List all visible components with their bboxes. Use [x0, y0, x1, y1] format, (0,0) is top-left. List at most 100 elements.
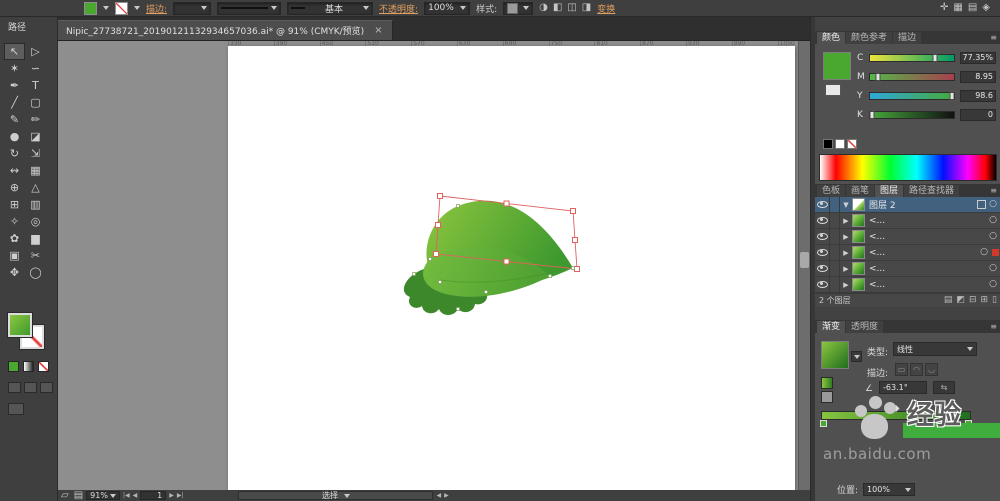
target-icon[interactable]: ○	[989, 280, 997, 289]
layer-row[interactable]: ▶ <... ○	[815, 277, 1000, 293]
lock-cell[interactable]	[830, 277, 840, 292]
stroke-color-swatch[interactable]	[115, 1, 128, 15]
selection-tool[interactable]: ↖	[4, 43, 25, 60]
target-icon[interactable]: ○	[989, 216, 997, 225]
symbol-sprayer-tool[interactable]: ✿	[4, 230, 25, 247]
free-transform-tool[interactable]: ▦	[25, 162, 46, 179]
channel-slider[interactable]	[869, 110, 955, 119]
layer-row[interactable]: ▼ 图层 2 ○	[815, 197, 1000, 213]
tab-color-guide[interactable]: 颜色参考	[846, 32, 893, 44]
stroke-weight-select[interactable]	[173, 1, 212, 15]
expand-arrow-icon[interactable]: ▶	[840, 217, 852, 225]
pencil-tool[interactable]: ✏	[25, 111, 46, 128]
artboard-tool[interactable]: ▣	[4, 247, 25, 264]
align-right-icon[interactable]: ◨	[582, 3, 591, 13]
new-layer-icon[interactable]: ⊞	[981, 296, 989, 305]
gradient-fill-thumb[interactable]	[821, 377, 833, 389]
next-artboard-button[interactable]: ▶	[169, 492, 174, 499]
align-left-icon[interactable]: ◧	[553, 3, 562, 13]
stroke-across-icon[interactable]: ◡	[925, 363, 938, 376]
expand-arrow-icon[interactable]: ▼	[840, 201, 852, 209]
lasso-tool[interactable]: ∽	[25, 60, 46, 77]
expand-arrow-icon[interactable]: ▶	[840, 265, 852, 273]
gradient-stroke-thumb[interactable]	[821, 391, 833, 403]
expand-arrow-icon[interactable]: ▶	[840, 281, 852, 289]
pen-tool[interactable]: ✒	[4, 77, 25, 94]
white-swatch[interactable]	[835, 139, 845, 149]
collect-for-export-icon[interactable]: ▤	[944, 296, 953, 305]
visibility-toggle[interactable]	[815, 245, 830, 260]
fill-dropdown-icon[interactable]	[103, 6, 109, 10]
target-icon[interactable]: ○	[989, 232, 997, 241]
channel-slider[interactable]	[869, 53, 955, 62]
slider-handle[interactable]	[869, 110, 875, 119]
hand-tool[interactable]: ✥	[4, 264, 25, 281]
color-spectrum[interactable]	[819, 154, 997, 181]
eyedropper-tool[interactable]: ✧	[4, 213, 25, 230]
gradient-menu-icon[interactable]	[851, 351, 862, 362]
panel-menu-icon[interactable]: ≡	[990, 31, 997, 44]
artboard-nav-icon[interactable]: ▱	[61, 490, 69, 501]
arrange-documents-icon[interactable]: ▦	[953, 3, 962, 13]
visibility-toggle[interactable]	[815, 213, 830, 228]
gradient-button[interactable]	[23, 361, 34, 372]
stroke-panel-link[interactable]: 描边:	[146, 2, 167, 15]
expand-arrow-icon[interactable]: ▶	[840, 233, 852, 241]
line-segment-tool[interactable]: ╱	[4, 94, 25, 111]
tab-transparency[interactable]: 透明度	[846, 321, 884, 333]
layer-row[interactable]: ▶ <... ○	[815, 213, 1000, 229]
align-center-icon[interactable]: ◫	[567, 3, 576, 13]
scrollbar-thumb[interactable]	[800, 252, 809, 268]
tab-pathfinder[interactable]: 路径查找器	[904, 185, 960, 197]
lock-cell[interactable]	[830, 261, 840, 276]
black-swatch[interactable]	[823, 139, 833, 149]
channel-value[interactable]: 98.6	[960, 89, 996, 102]
type-tool[interactable]: T	[25, 77, 46, 94]
tab-swatches[interactable]: 色板	[817, 185, 846, 197]
magic-wand-tool[interactable]: ✶	[4, 60, 25, 77]
fill-indicator[interactable]	[7, 312, 33, 338]
gradient-type-select[interactable]: 线性	[893, 342, 977, 356]
tab-stroke-panel[interactable]: 描边	[893, 32, 922, 44]
target-icon[interactable]: ○	[980, 248, 988, 257]
shape-mode-icon[interactable]: ✛	[940, 3, 948, 13]
draw-behind-button[interactable]	[24, 382, 37, 393]
cs-live-icon[interactable]: ◈	[982, 3, 990, 13]
last-artboard-button[interactable]: ▶|	[177, 492, 184, 499]
none-swatch[interactable]	[847, 139, 857, 149]
last-color-chip[interactable]	[825, 84, 841, 96]
document-tab[interactable]: Nipic_27738721_20190121132934657036.ai* …	[57, 20, 393, 40]
lock-cell[interactable]	[830, 229, 840, 244]
zoom-select[interactable]: 91%	[86, 491, 120, 500]
tab-color[interactable]: 颜色	[817, 32, 846, 44]
canvas-area[interactable]: 330 390 450 510 570 630 690 750 810 870 930 990 1050	[57, 40, 810, 490]
workspace-icon[interactable]: ▤	[968, 3, 977, 13]
stroke-within-icon[interactable]: ▭	[895, 363, 908, 376]
status-display[interactable]: 选择	[238, 491, 434, 500]
prev-artboard-button[interactable]: ◀	[133, 492, 138, 499]
scale-tool[interactable]: ⇲	[25, 145, 46, 162]
draw-inside-button[interactable]	[40, 382, 53, 393]
make-clipping-mask-icon[interactable]: ◩	[956, 296, 965, 305]
opacity-link[interactable]: 不透明度:	[379, 2, 418, 15]
close-tab-icon[interactable]: ×	[374, 25, 382, 36]
none-button[interactable]	[38, 361, 49, 372]
direct-selection-tool[interactable]: ▷	[25, 43, 46, 60]
shape-builder-tool[interactable]: ⊕	[4, 179, 25, 196]
visibility-toggle[interactable]	[815, 197, 830, 212]
status-prev-icon[interactable]: ◀	[436, 492, 441, 499]
tab-layers[interactable]: 图层	[875, 185, 904, 197]
screen-mode-button[interactable]	[8, 403, 24, 415]
channel-slider[interactable]	[869, 72, 955, 81]
brush-definition-select[interactable]: 基本	[287, 1, 374, 15]
style-select[interactable]	[503, 1, 534, 15]
fill-color-swatch[interactable]	[84, 1, 97, 15]
tab-brushes[interactable]: 画笔	[846, 185, 875, 197]
artboard[interactable]	[228, 46, 795, 490]
lock-cell[interactable]	[830, 213, 840, 228]
gradient-swatch[interactable]	[821, 341, 849, 369]
transform-link[interactable]: 变换	[597, 2, 615, 15]
expand-arrow-icon[interactable]: ▶	[840, 249, 852, 257]
rotate-tool[interactable]: ↻	[4, 145, 25, 162]
channel-value[interactable]: 0	[960, 108, 996, 121]
